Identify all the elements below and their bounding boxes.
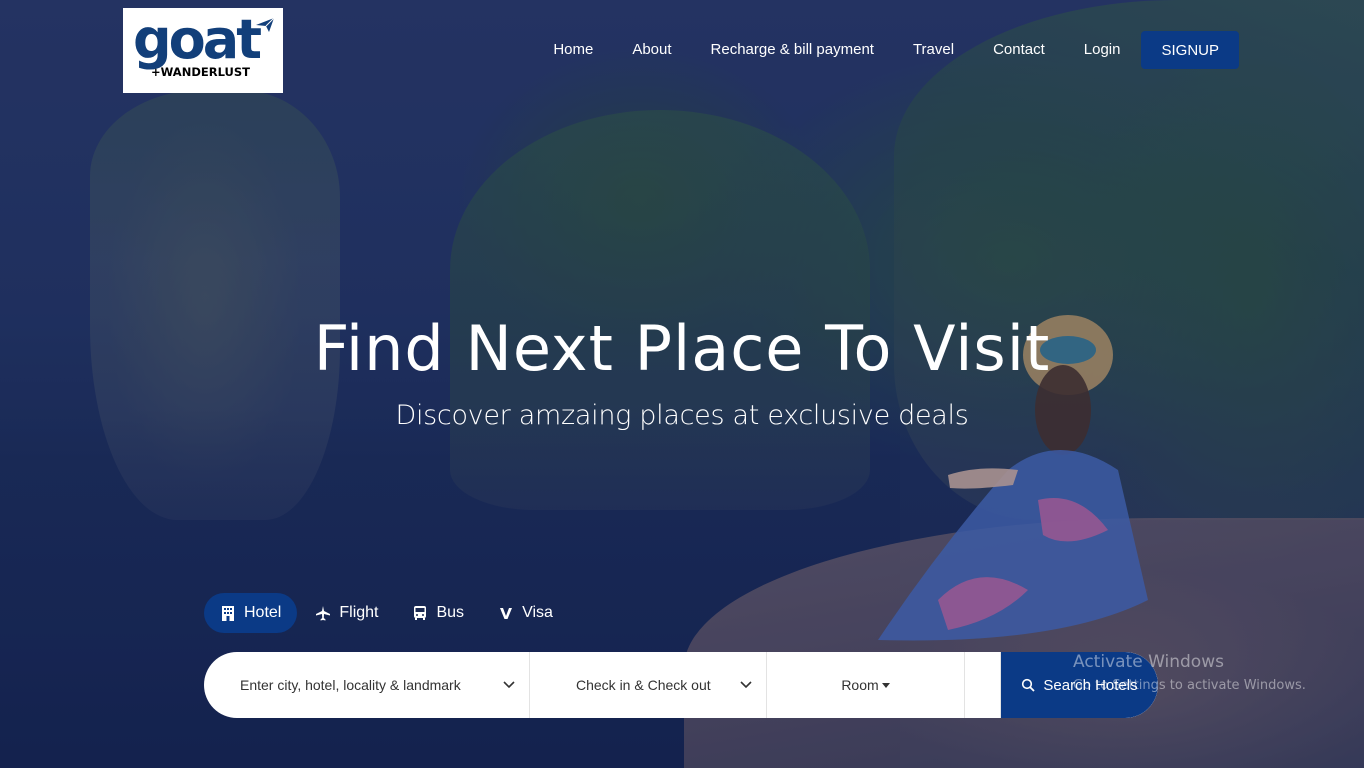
tab-bus-label: Bus: [436, 604, 465, 621]
activate-windows-watermark: Activate Windows Go to Settings to activ…: [1073, 652, 1306, 693]
nav-home[interactable]: Home: [553, 31, 593, 69]
logo-wordmark: goat: [133, 8, 262, 71]
chevron-down-icon: [740, 681, 752, 689]
plane-icon: [315, 605, 331, 621]
booking-tabs: Hotel Flight Bus Visa: [204, 593, 571, 633]
tab-flight-label: Flight: [339, 604, 379, 621]
chevron-down-icon: [503, 681, 515, 689]
nav-contact[interactable]: Contact: [993, 31, 1045, 69]
destination-select[interactable]: Enter city, hotel, locality & landmark: [204, 652, 530, 718]
destination-placeholder: Enter city, hotel, locality & landmark: [240, 677, 461, 693]
room-dropdown[interactable]: Room: [767, 652, 965, 718]
tab-visa[interactable]: Visa: [482, 593, 569, 633]
main-nav: Home About Recharge & bill payment Trave…: [553, 31, 1239, 69]
tab-bus[interactable]: Bus: [396, 593, 480, 633]
signup-button[interactable]: SIGNUP: [1141, 31, 1239, 69]
dates-label: Check in & Check out: [576, 677, 711, 693]
tab-hotel[interactable]: Hotel: [204, 593, 298, 633]
activate-windows-title: Activate Windows: [1073, 652, 1224, 672]
hotel-search-bar: Enter city, hotel, locality & landmark C…: [204, 652, 1158, 718]
nav-about[interactable]: About: [632, 31, 671, 69]
tab-hotel-label: Hotel: [244, 604, 282, 621]
activate-windows-subtitle: Go to Settings to activate Windows.: [1073, 678, 1306, 693]
visa-icon: [498, 605, 514, 621]
tab-visa-label: Visa: [522, 604, 553, 621]
caret-down-icon: [881, 682, 890, 688]
hotel-icon: [220, 605, 236, 621]
search-icon: [1021, 678, 1036, 692]
bus-icon: [412, 605, 428, 621]
airplane-icon: [256, 17, 275, 32]
room-label: Room: [841, 677, 879, 693]
tab-flight[interactable]: Flight: [299, 593, 394, 633]
hero-subtitle: Discover amzaing places at exclusive dea…: [395, 400, 969, 431]
site-logo[interactable]: goat +WANDERLUST: [123, 8, 283, 93]
nav-travel[interactable]: Travel: [913, 31, 954, 69]
hero-title: Find Next Place To Visit: [313, 312, 1051, 385]
checkin-checkout-select[interactable]: Check in & Check out: [530, 652, 767, 718]
search-bar-spacer: [965, 652, 1001, 718]
nav-login[interactable]: Login: [1084, 31, 1121, 69]
nav-recharge[interactable]: Recharge & bill payment: [711, 31, 874, 69]
